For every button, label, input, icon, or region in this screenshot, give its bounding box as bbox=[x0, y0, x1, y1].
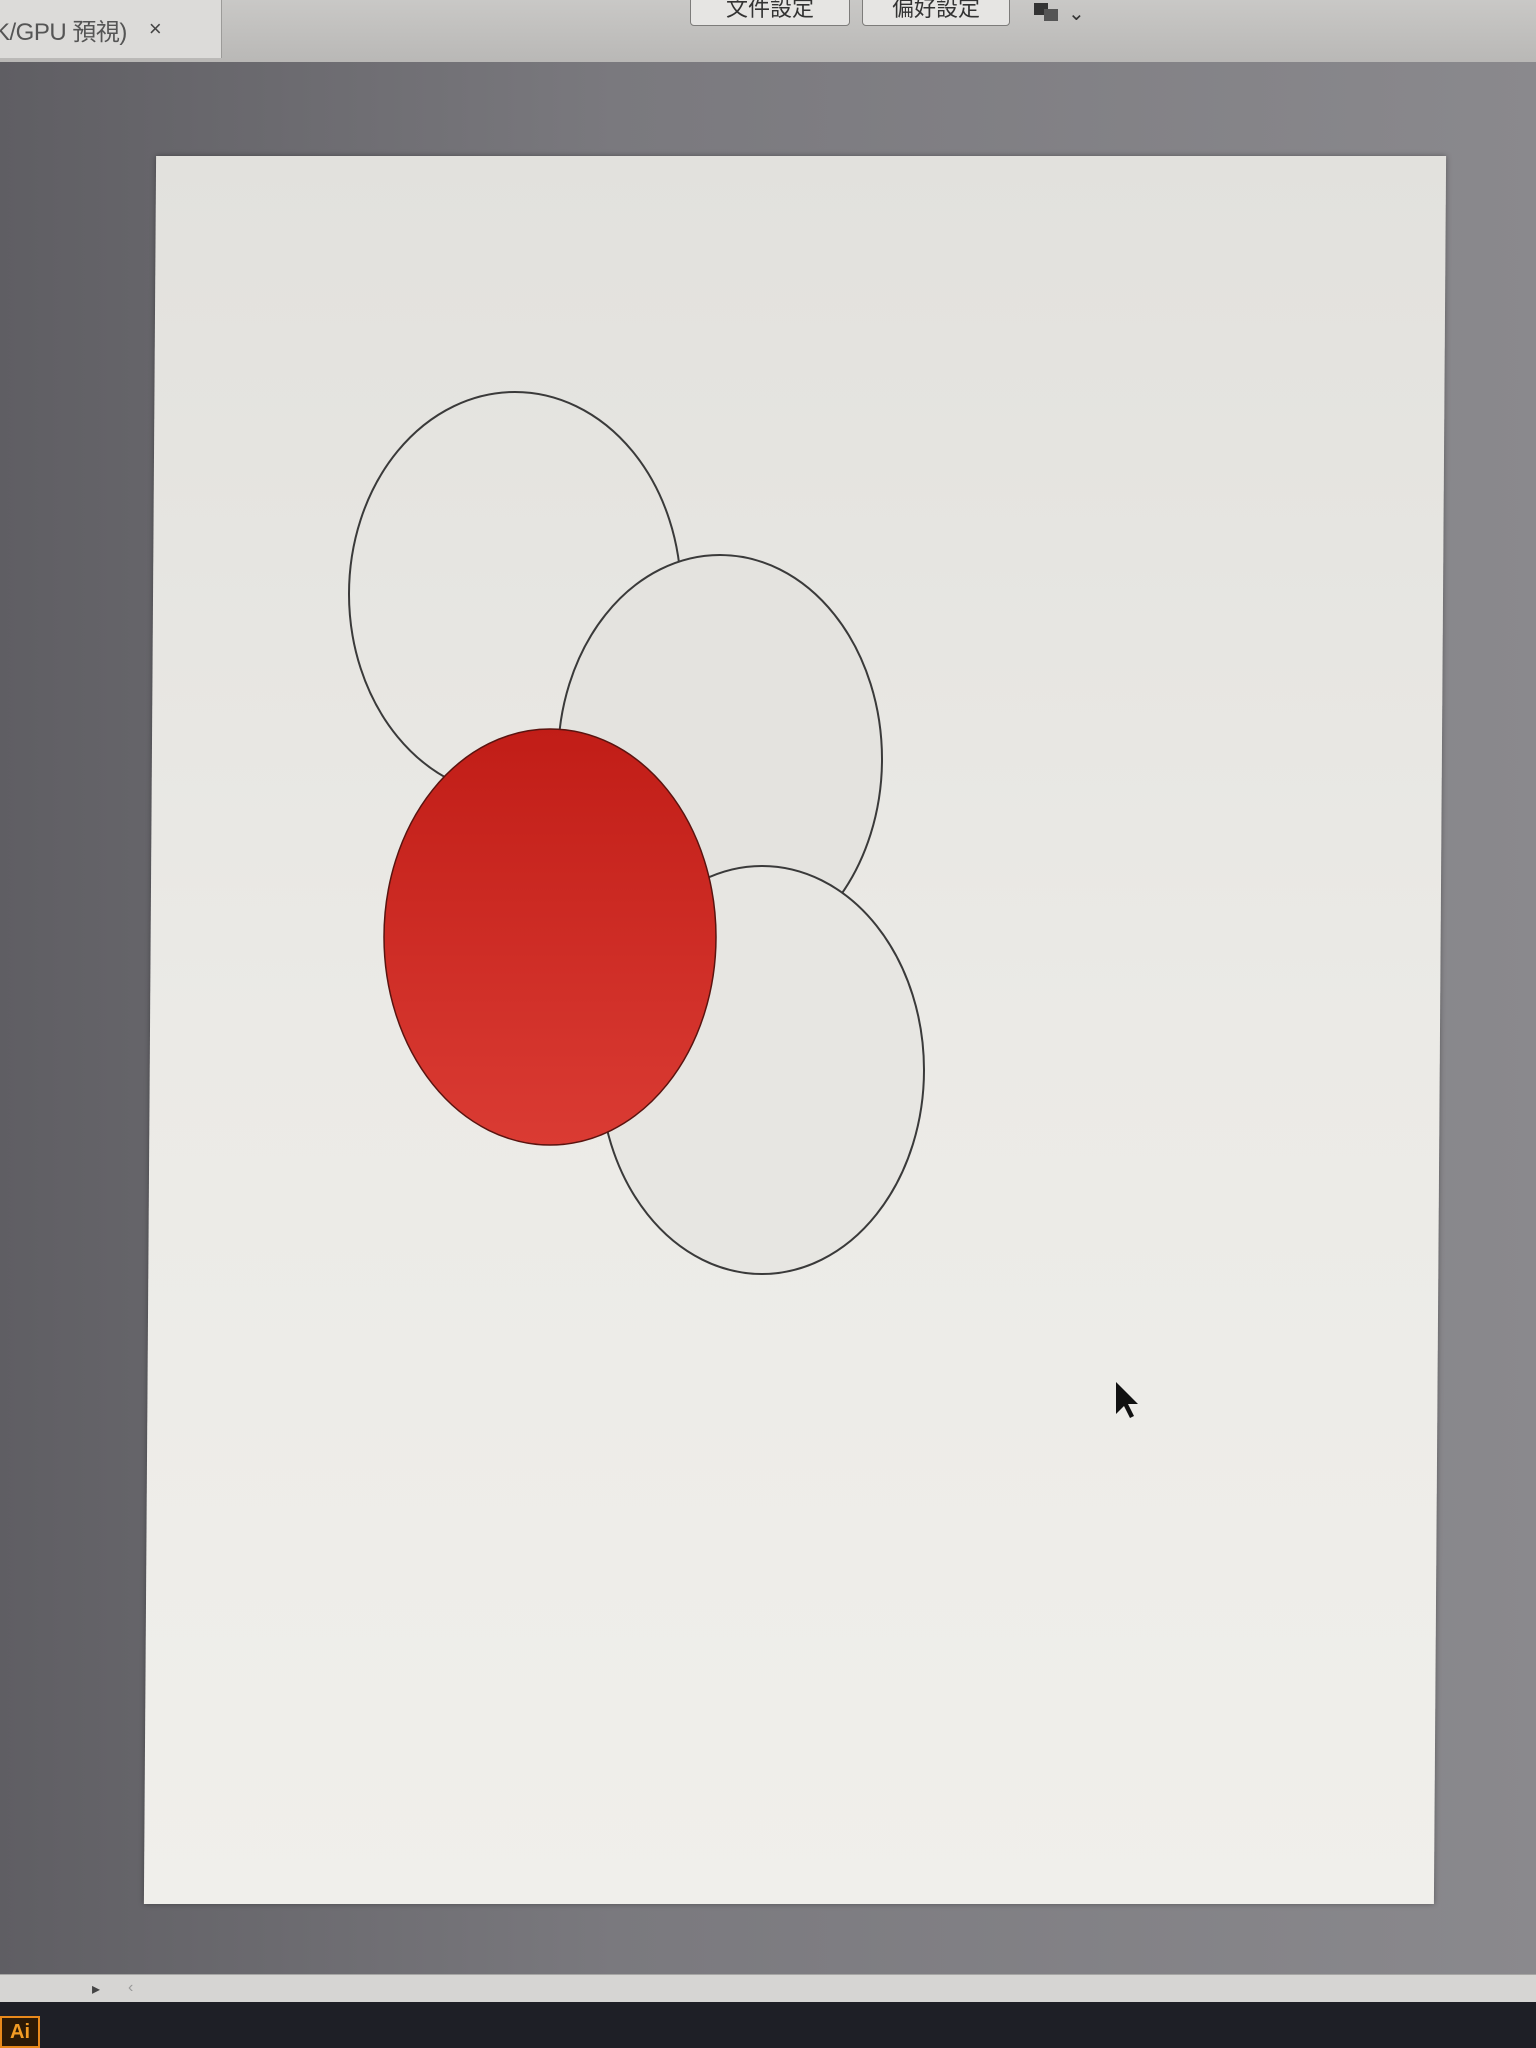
red-filled-circle[interactable] bbox=[383, 728, 717, 1146]
artwork-canvas bbox=[348, 391, 1138, 1418]
mouse-cursor-icon bbox=[1116, 1382, 1138, 1418]
scroll-left-arrow-icon[interactable]: ‹ bbox=[128, 1979, 133, 1997]
taskbar: Ai bbox=[0, 2002, 1536, 2048]
horizontal-scrollbar[interactable]: ▸ ‹ bbox=[0, 1974, 1536, 2003]
scroll-right-arrow-icon[interactable]: ▸ bbox=[92, 1979, 100, 1999]
illustrator-app-icon[interactable]: Ai bbox=[0, 2016, 40, 2048]
